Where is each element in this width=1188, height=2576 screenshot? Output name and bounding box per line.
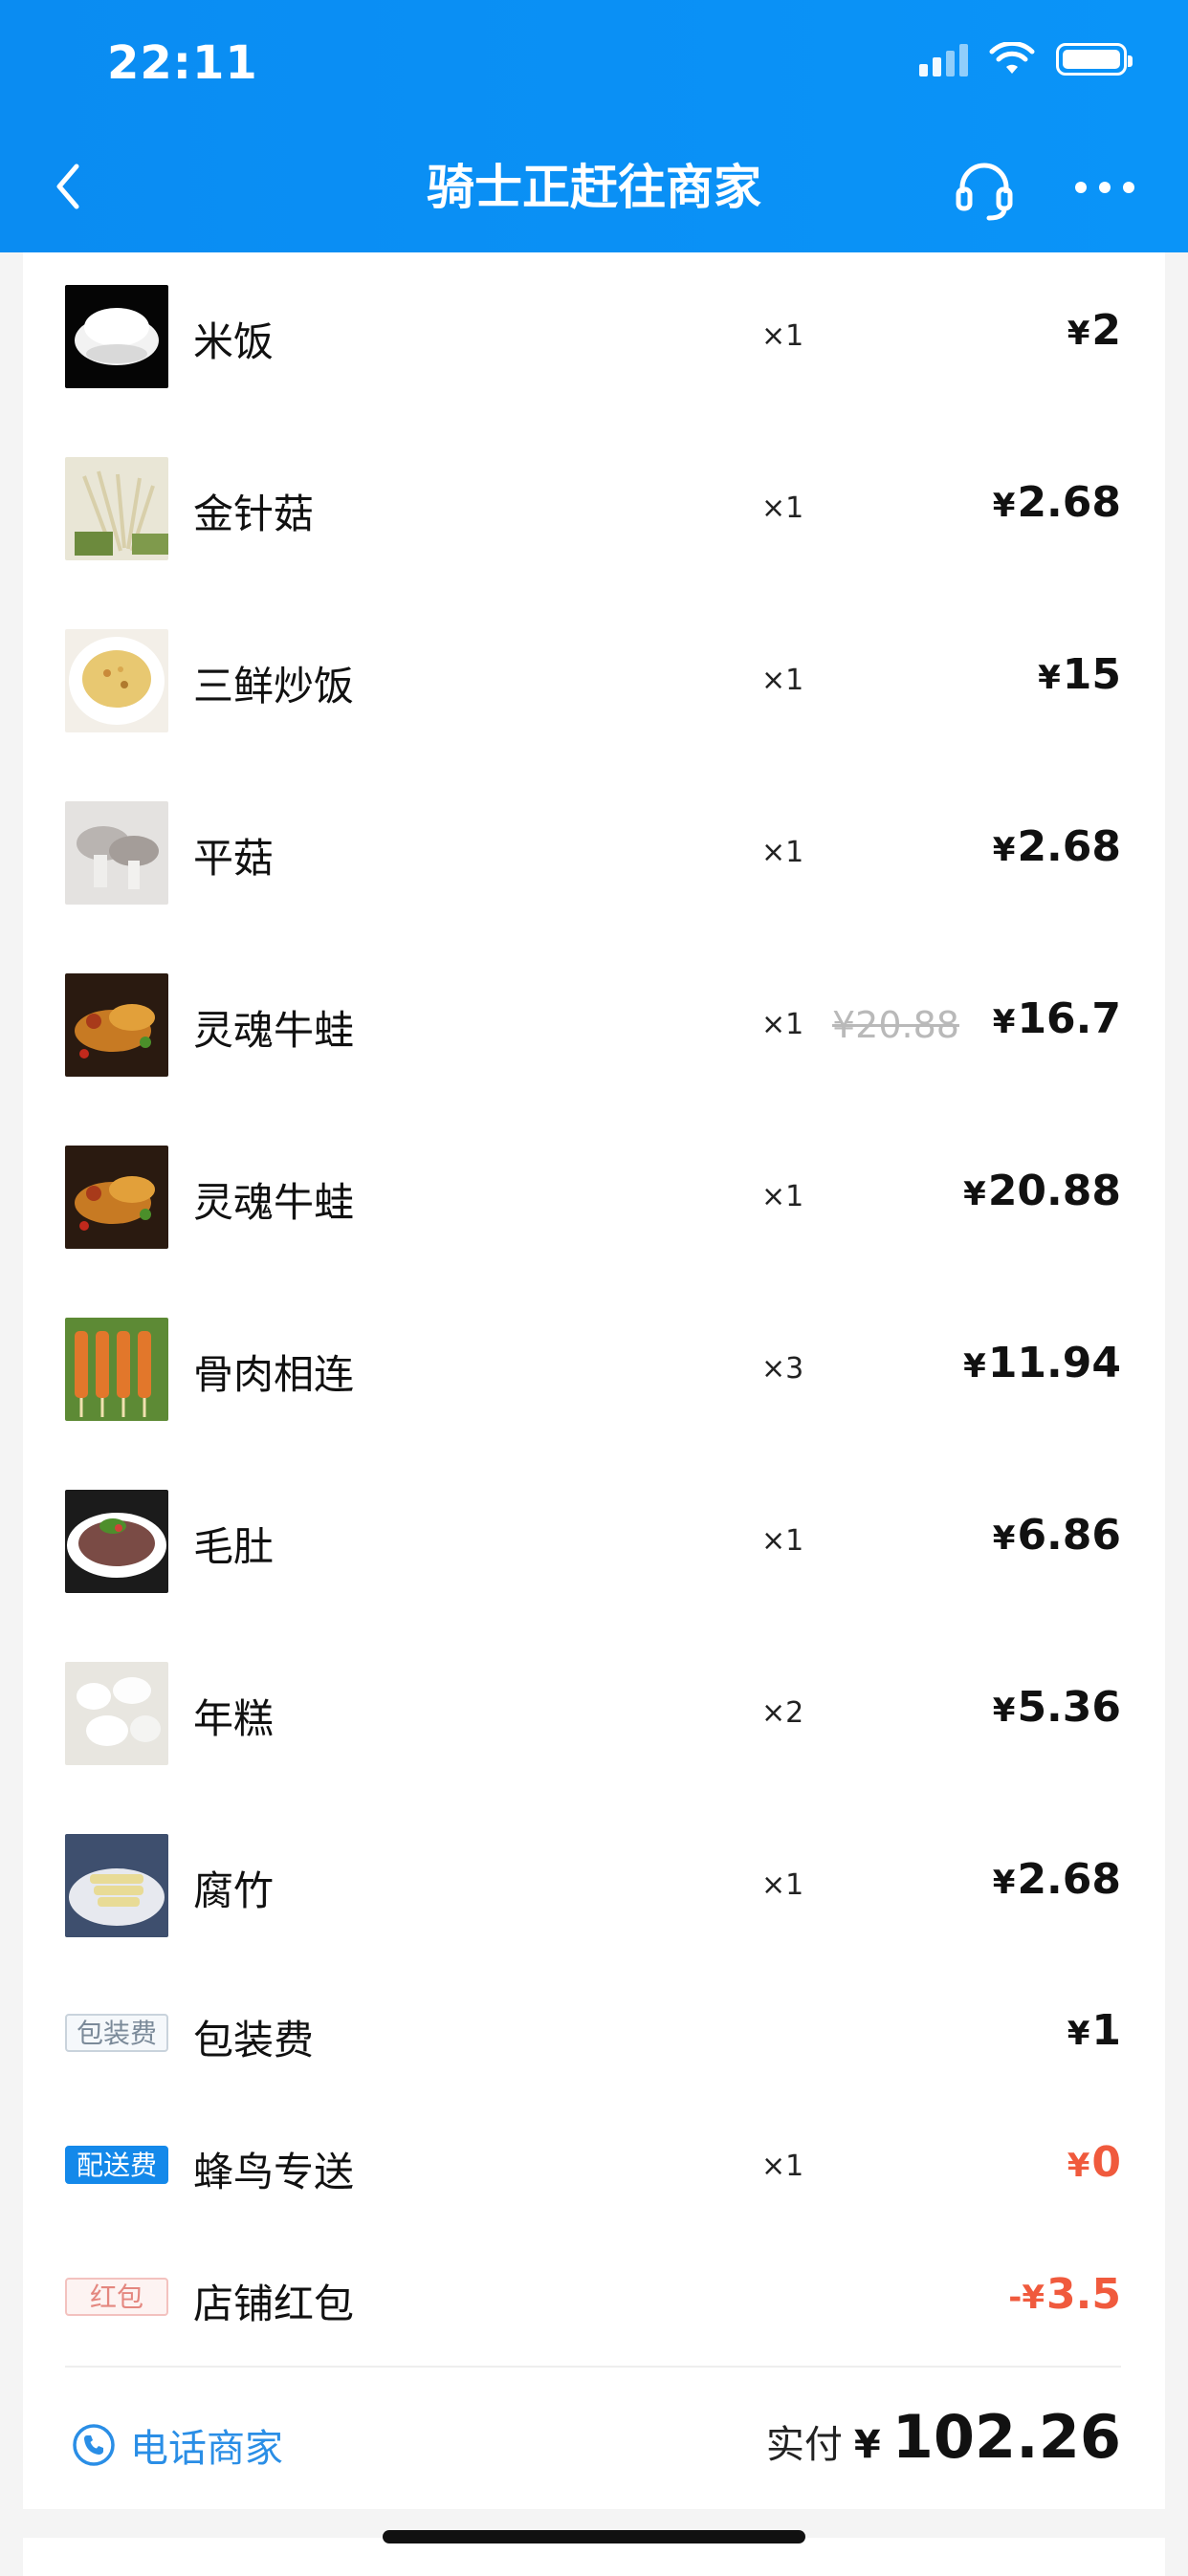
total-paid: 实付 ¥ 102.26 bbox=[766, 2402, 1121, 2472]
item-name: 腐竹 bbox=[193, 1867, 275, 1914]
item-quantity: ×1 bbox=[761, 319, 804, 353]
fee-price: ¥1 bbox=[1067, 2006, 1121, 2055]
item-quantity: ×1 bbox=[761, 664, 804, 697]
order-item-row: 平菇 ×1 ¥2.68 bbox=[23, 769, 1165, 941]
rice-cake-thumbnail bbox=[65, 1662, 168, 1765]
bullfrog-thumbnail bbox=[65, 973, 168, 1077]
order-item-row: 骨肉相连 ×3 ¥11.94 bbox=[23, 1285, 1165, 1457]
original-price: ¥20.88 bbox=[832, 1004, 959, 1046]
order-item-row: 金针菇 ×1 ¥2.68 bbox=[23, 425, 1165, 597]
wifi-icon bbox=[989, 42, 1035, 74]
nav-bar: 骑士正赶往商家 bbox=[0, 132, 1188, 252]
enoki-mushroom-thumbnail bbox=[65, 457, 168, 560]
fee-quantity: ×1 bbox=[761, 2150, 804, 2183]
order-item-row: 三鲜炒饭 ×1 ¥15 bbox=[23, 597, 1165, 769]
item-price: ¥6.86 bbox=[992, 1511, 1121, 1560]
order-item-row: 腐竹 ×1 ¥2.68 bbox=[23, 1801, 1165, 1974]
more-button[interactable] bbox=[1071, 168, 1138, 207]
item-quantity: ×3 bbox=[761, 1352, 804, 1386]
item-quantity: ×1 bbox=[761, 1008, 804, 1041]
cellular-signal-icon bbox=[919, 42, 968, 76]
call-merchant-button[interactable]: 电话商家 bbox=[71, 2417, 283, 2473]
battery-icon bbox=[1056, 43, 1133, 76]
item-name: 年糕 bbox=[193, 1695, 275, 1742]
total-value: 102.26 bbox=[891, 2402, 1121, 2472]
item-name: 灵魂牛蛙 bbox=[193, 1179, 355, 1226]
packaging-fee-tag: 包装费 bbox=[65, 2014, 168, 2052]
item-price: ¥16.7 bbox=[992, 994, 1121, 1043]
item-price: ¥2 bbox=[1067, 306, 1121, 355]
more-dots-icon bbox=[1075, 182, 1134, 193]
oyster-mushroom-thumbnail bbox=[65, 801, 168, 905]
delivery-fee-row: 配送费 蜂鸟专送 ×1 ¥0 bbox=[23, 2100, 1165, 2232]
fee-price: -¥3.5 bbox=[1008, 2270, 1121, 2319]
skewer-thumbnail bbox=[65, 1318, 168, 1421]
rice-thumbnail bbox=[65, 285, 168, 388]
item-name: 毛肚 bbox=[193, 1523, 275, 1570]
item-name: 平菇 bbox=[193, 835, 275, 882]
order-item-row: 毛肚 ×1 ¥6.86 bbox=[23, 1457, 1165, 1629]
fee-price: ¥0 bbox=[1067, 2138, 1121, 2187]
item-quantity: ×1 bbox=[761, 1868, 804, 1902]
item-price: ¥2.68 bbox=[992, 1855, 1121, 1904]
order-item-row: 米饭 ×1 ¥2 bbox=[23, 252, 1165, 425]
order-item-row: 灵魂牛蛙 ×1 ¥20.88 ¥16.7 bbox=[23, 941, 1165, 1113]
item-quantity: ×1 bbox=[761, 491, 804, 525]
tripe-thumbnail bbox=[65, 1490, 168, 1593]
item-name: 三鲜炒饭 bbox=[193, 663, 355, 709]
fee-name: 包装费 bbox=[193, 2017, 315, 2063]
item-name: 骨肉相连 bbox=[193, 1351, 355, 1398]
item-price: ¥2.68 bbox=[992, 822, 1121, 871]
item-name: 米饭 bbox=[193, 318, 275, 365]
order-item-row: 灵魂牛蛙 ×1 ¥20.88 bbox=[23, 1113, 1165, 1285]
tofu-skin-thumbnail bbox=[65, 1834, 168, 1937]
order-detail-card: 米饭 ×1 ¥2 金针菇 ×1 ¥2.68 三鲜炒饭 ×1 ¥15 平菇 ×1 … bbox=[23, 252, 1165, 2509]
item-quantity: ×1 bbox=[761, 1180, 804, 1213]
total-currency: ¥ bbox=[853, 2423, 881, 2467]
fee-name: 蜂鸟专送 bbox=[193, 2149, 355, 2195]
item-quantity: ×2 bbox=[761, 1696, 804, 1730]
delivery-fee-tag: 配送费 bbox=[65, 2146, 168, 2184]
item-price: ¥5.36 bbox=[992, 1683, 1121, 1732]
item-price: ¥11.94 bbox=[963, 1339, 1121, 1387]
next-card-edge bbox=[23, 2538, 1165, 2576]
header: 22:11 骑士正赶往商家 bbox=[0, 0, 1188, 252]
bullfrog-thumbnail bbox=[65, 1146, 168, 1249]
red-packet-row: 红包 店铺红包 -¥3.5 bbox=[23, 2232, 1165, 2364]
item-price: ¥15 bbox=[1038, 650, 1121, 699]
home-indicator[interactable] bbox=[383, 2530, 805, 2543]
fried-rice-thumbnail bbox=[65, 629, 168, 732]
status-time: 22:11 bbox=[107, 36, 258, 90]
total-label: 实付 bbox=[765, 2423, 843, 2467]
status-icons bbox=[919, 42, 1133, 76]
order-item-row: 年糕 ×2 ¥5.36 bbox=[23, 1629, 1165, 1801]
red-packet-tag: 红包 bbox=[65, 2278, 168, 2316]
fee-name: 店铺红包 bbox=[193, 2281, 355, 2327]
order-footer: 电话商家 实付 ¥ 102.26 bbox=[23, 2368, 1165, 2509]
item-quantity: ×1 bbox=[761, 836, 804, 869]
item-name: 灵魂牛蛙 bbox=[193, 1007, 355, 1054]
packaging-fee-row: 包装费 包装费 ¥1 bbox=[23, 1968, 1165, 2100]
call-merchant-label: 电话商家 bbox=[130, 2427, 283, 2471]
item-price: ¥2.68 bbox=[992, 478, 1121, 527]
item-name: 金针菇 bbox=[193, 491, 315, 537]
customer-service-button[interactable] bbox=[951, 157, 1018, 224]
headset-icon bbox=[956, 163, 1013, 221]
phone-icon bbox=[73, 2424, 115, 2466]
status-bar: 22:11 bbox=[0, 0, 1188, 132]
item-price: ¥20.88 bbox=[963, 1167, 1121, 1215]
item-quantity: ×1 bbox=[761, 1524, 804, 1558]
